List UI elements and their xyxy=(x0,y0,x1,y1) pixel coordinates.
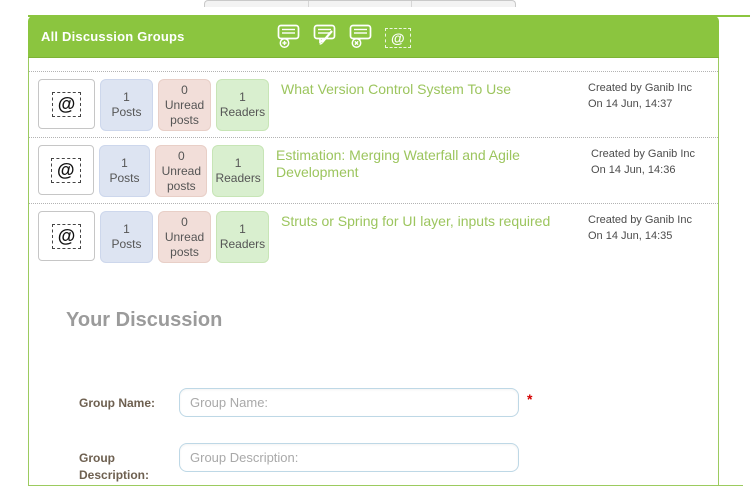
discussion-title-link[interactable]: What Version Control System To Use xyxy=(281,81,511,98)
discussion-row-2: @ 1 Posts 0 Unread posts 1 Readers Estim… xyxy=(29,137,718,203)
discussion-panel: All Discussion Groups xyxy=(28,16,719,486)
discussion-title-link[interactable]: Struts or Spring for UI layer, inputs re… xyxy=(281,213,550,230)
group-description-input[interactable] xyxy=(179,443,519,472)
readers-label: Readers xyxy=(220,105,265,120)
posts-count: 1 xyxy=(123,90,130,105)
discussion-at-button[interactable]: @ xyxy=(38,79,95,129)
chat-bubble-delete-icon xyxy=(347,37,374,52)
unread-label: Unread posts xyxy=(161,98,208,128)
created-by: Created by Ganib Inc xyxy=(588,81,708,97)
created-on: On 14 Jun, 14:37 xyxy=(588,97,708,113)
edit-discussion-button[interactable] xyxy=(309,23,339,51)
posts-label: Posts xyxy=(111,105,141,120)
unread-count: 0 xyxy=(181,83,188,98)
posts-count: 1 xyxy=(121,156,128,171)
created-info: Created by Ganib Inc On 14 Jun, 14:36 xyxy=(591,147,708,179)
discussion-row-3: @ 1 Posts 0 Unread posts 1 Readers Strut… xyxy=(29,203,718,269)
group-name-row: Group Name: * xyxy=(79,388,718,417)
readers-badge: 1 Readers xyxy=(216,211,269,263)
panel-bottom-border xyxy=(28,485,743,486)
readers-count: 1 xyxy=(239,90,246,105)
discussion-groups-page: All Discussion Groups xyxy=(0,0,755,489)
at-icon: @ xyxy=(51,158,81,183)
group-description-row: Group Description: xyxy=(79,443,718,485)
readers-count: 1 xyxy=(235,156,242,171)
discussion-row-1: @ 1 Posts 0 Unread posts 1 Readers What … xyxy=(29,71,718,137)
unread-badge: 0 Unread posts xyxy=(155,145,207,197)
your-discussion-heading: Your Discussion xyxy=(66,309,718,332)
posts-badge: 1 Posts xyxy=(99,145,151,197)
posts-count: 1 xyxy=(123,222,130,237)
panel-header: All Discussion Groups xyxy=(28,16,719,58)
unread-label: Unread posts xyxy=(161,230,208,260)
panel-body: @ 1 Posts 0 Unread posts 1 Readers What … xyxy=(28,58,719,486)
discussion-toolbar xyxy=(273,23,375,51)
created-on: On 14 Jun, 14:35 xyxy=(588,229,708,245)
unread-label: Unread posts xyxy=(158,164,204,194)
unread-badge: 0 Unread posts xyxy=(158,79,211,131)
at-icon: @ xyxy=(52,224,82,249)
readers-count: 1 xyxy=(239,222,246,237)
group-name-input[interactable] xyxy=(179,388,519,417)
discussion-title-link[interactable]: Estimation: Merging Waterfall and Agile … xyxy=(276,147,591,181)
discussion-at-button[interactable]: @ xyxy=(38,211,95,261)
readers-label: Readers xyxy=(220,237,265,252)
chat-bubble-edit-icon xyxy=(311,37,338,52)
at-icon: @ xyxy=(391,30,405,46)
readers-badge: 1 Readers xyxy=(216,79,269,131)
at-icon: @ xyxy=(52,92,82,117)
delete-discussion-button[interactable] xyxy=(345,23,375,51)
posts-badge: 1 Posts xyxy=(100,211,153,263)
unread-count: 0 xyxy=(178,149,185,164)
unread-badge: 0 Unread posts xyxy=(158,211,211,263)
posts-label: Posts xyxy=(111,237,141,252)
tab-stub-3[interactable] xyxy=(412,1,515,7)
posts-badge: 1 Posts xyxy=(100,79,153,131)
panel-title: All Discussion Groups xyxy=(41,29,185,44)
created-info: Created by Ganib Inc On 14 Jun, 14:37 xyxy=(588,81,708,113)
required-asterisk: * xyxy=(527,388,532,407)
add-discussion-button[interactable] xyxy=(273,23,303,51)
created-by: Created by Ganib Inc xyxy=(588,213,708,229)
created-by: Created by Ganib Inc xyxy=(591,147,708,163)
discussion-at-button[interactable]: @ xyxy=(38,145,94,195)
created-on: On 14 Jun, 14:36 xyxy=(591,163,708,179)
tab-stub-2[interactable] xyxy=(309,1,413,7)
top-tab-strip xyxy=(204,0,516,7)
group-description-label: Group Description: xyxy=(79,443,179,485)
group-name-label: Group Name: xyxy=(79,388,179,412)
chat-bubble-plus-icon xyxy=(275,37,302,52)
posts-label: Posts xyxy=(110,171,140,186)
created-info: Created by Ganib Inc On 14 Jun, 14:35 xyxy=(588,213,708,245)
readers-badge: 1 Readers xyxy=(212,145,264,197)
unread-count: 0 xyxy=(181,215,188,230)
mention-button[interactable]: @ xyxy=(385,28,411,48)
readers-label: Readers xyxy=(215,171,260,186)
tab-stub-1[interactable] xyxy=(205,1,309,7)
